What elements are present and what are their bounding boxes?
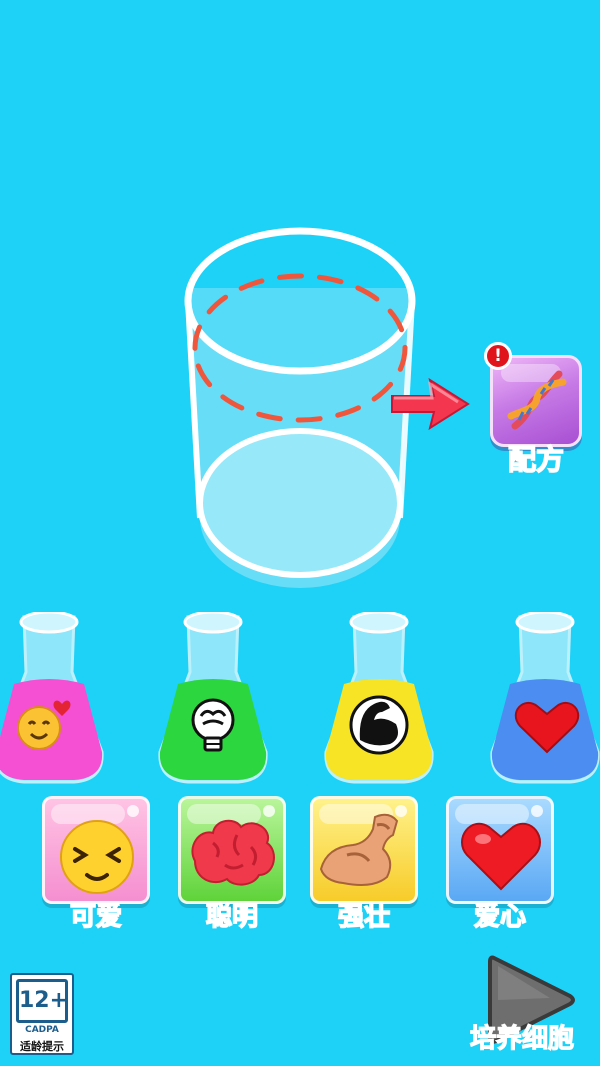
- age-rating-tip: 适龄提示: [20, 1040, 64, 1053]
- trait-smart-button[interactable]: [178, 796, 286, 904]
- age-rating-org: CADPA: [25, 1025, 59, 1035]
- recipe-button[interactable]: [490, 355, 582, 447]
- arrow-right-icon: [391, 377, 470, 431]
- muscle-arm-icon: [319, 813, 399, 886]
- flask-smart[interactable]: [158, 612, 268, 787]
- age-rating-value: 12+: [16, 979, 68, 1023]
- red-heart-icon: [461, 822, 541, 891]
- trait-cute-label: 可爱: [69, 901, 123, 933]
- flask-strong[interactable]: [324, 612, 434, 787]
- dna-icon: [507, 370, 567, 430]
- flask-love[interactable]: [490, 612, 600, 787]
- trait-love-button[interactable]: [446, 796, 554, 904]
- brain-icon: [191, 819, 275, 886]
- play-label: 培养细胞: [469, 1023, 574, 1054]
- recipe-label: 配方: [507, 442, 565, 477]
- age-rating-badge: 12+ CADPA 适龄提示: [10, 973, 74, 1055]
- trait-strong-button[interactable]: [310, 796, 418, 904]
- beaker: [184, 227, 416, 588]
- trait-love-label: 爱心: [473, 901, 527, 933]
- trait-cute-button[interactable]: [42, 796, 150, 904]
- alert-badge: !: [484, 342, 512, 370]
- trait-strong-label: 强壮: [337, 901, 391, 933]
- flexed-arm-icon: [349, 695, 409, 755]
- squinting-face-icon: [60, 820, 134, 894]
- trait-smart-label: 聪明: [205, 901, 259, 933]
- flask-cute[interactable]: [0, 612, 104, 787]
